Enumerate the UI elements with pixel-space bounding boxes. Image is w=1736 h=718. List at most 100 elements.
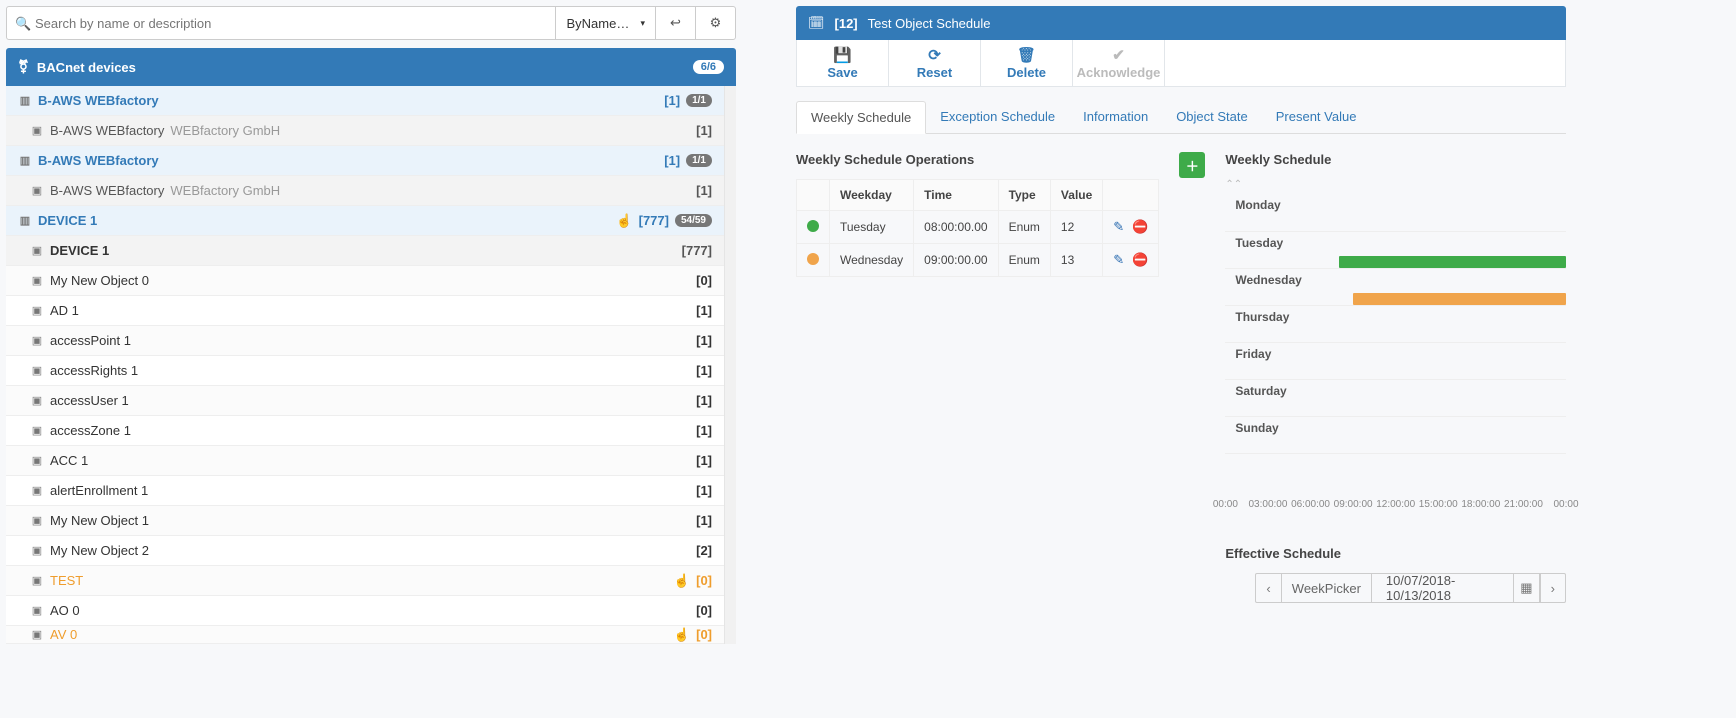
object-icon: ▣ [30, 304, 44, 318]
device-tree: ▥B-AWS WEBfactory [1]1/1▣B-AWS WEBfactor… [6, 86, 724, 644]
acknowledge-label: Acknowledge [1077, 65, 1161, 80]
save-button[interactable]: 💾 Save [797, 40, 889, 86]
delete-button[interactable]: 🗑 Delete [981, 40, 1073, 86]
axis-tick: 09:00:00 [1334, 499, 1373, 510]
object-row[interactable]: ▣ACC 1 [1] [6, 446, 724, 476]
week-next-button[interactable]: › [1540, 574, 1565, 602]
object-name: ACC 1 [50, 453, 88, 468]
device-child-row[interactable]: ▣B-AWS WEBfactoryWEBfactory GmbH [1] [6, 176, 724, 206]
schedule-bar[interactable] [1339, 256, 1566, 268]
object-name: accessUser 1 [50, 393, 129, 408]
axis-tick: 15:00:00 [1419, 499, 1458, 510]
object-row[interactable]: ▣TEST ☝[0] [6, 566, 724, 596]
scrollbar[interactable] [724, 86, 736, 644]
axis-tick: 18:00:00 [1461, 499, 1500, 510]
search-icon: 🔍 [15, 16, 31, 32]
color-dot [807, 253, 819, 265]
object-id: [2] [696, 543, 712, 558]
remove-button[interactable]: ⛔ [1132, 252, 1148, 268]
axis-tick: 03:00:00 [1248, 499, 1287, 510]
object-row[interactable]: ▣accessPoint 1 [1] [6, 326, 724, 356]
tab-information[interactable]: Information [1069, 101, 1162, 133]
op-type: Enum [998, 211, 1050, 244]
object-name: AD 1 [50, 303, 79, 318]
device-icon: ▥ [18, 154, 32, 168]
object-row[interactable]: ▣My New Object 0 [0] [6, 266, 724, 296]
sort-label: ByNameOrDescription [566, 16, 636, 31]
chevron-down-icon: ▾ [640, 18, 645, 29]
object-id: [0] [696, 273, 712, 288]
panel-title: Test Object Schedule [868, 16, 991, 31]
device-row[interactable]: ▥DEVICE 1 ☝[777]54/59 [6, 206, 724, 236]
calendar-button[interactable]: ▦ [1514, 574, 1539, 602]
remove-button[interactable]: ⛔ [1132, 219, 1148, 235]
tab-present-value[interactable]: Present Value [1262, 101, 1371, 133]
object-id: [1] [696, 453, 712, 468]
delete-label: Delete [1007, 65, 1046, 80]
device-count-badge: 54/59 [675, 214, 712, 227]
object-row[interactable]: ▣ alertEnrollment 1 [1] [6, 476, 724, 506]
panel-header: 🗓 [12] Test Object Schedule [796, 6, 1566, 40]
chart-handle-icon: ⌃⌃ [1225, 179, 1566, 190]
sort-dropdown[interactable]: ByNameOrDescription ▾ [555, 7, 655, 39]
chart-day-row: Saturday [1225, 379, 1566, 416]
object-row[interactable]: ▣AO 0 [0] [6, 596, 724, 626]
settings-button[interactable]: ⚙ [695, 7, 735, 39]
object-icon: ▣ [30, 334, 44, 348]
object-row[interactable]: ▣My New Object 2 [2] [6, 536, 724, 566]
object-row[interactable]: ▣accessUser 1 [1] [6, 386, 724, 416]
ops-col-header: Type [998, 180, 1050, 211]
object-icon: ▣ [30, 184, 44, 198]
chart-day-row: Thursday [1225, 305, 1566, 342]
object-name: B-AWS WEBfactory [50, 183, 164, 198]
object-row[interactable]: ▣accessRights 1 [1] [6, 356, 724, 386]
object-id: [1] [696, 363, 712, 378]
color-dot [807, 220, 819, 232]
object-id: [0] [696, 603, 712, 618]
object-icon: ▣ [30, 628, 44, 642]
trash-icon: 🗑 [1017, 46, 1036, 64]
reset-label: Reset [917, 65, 952, 80]
tab-weekly-schedule[interactable]: Weekly Schedule [796, 101, 926, 134]
object-id: [1] [696, 513, 712, 528]
device-row[interactable]: ▥B-AWS WEBfactory [1]1/1 [6, 86, 724, 116]
object-row[interactable]: ▣My New Object 1 [1] [6, 506, 724, 536]
object-id: [1] [696, 483, 712, 498]
weekly-schedule-chart: MondayTuesdayWednesdayThursdayFridaySatu… [1225, 194, 1566, 490]
add-operation-button[interactable]: ＋ [1179, 152, 1205, 178]
ops-col-header: Weekday [830, 180, 914, 211]
undo-button[interactable]: ↩ [655, 7, 695, 39]
edit-button[interactable]: ✎ [1113, 252, 1124, 268]
object-id: [1] [696, 423, 712, 438]
schedule-bar[interactable] [1353, 293, 1566, 305]
object-row[interactable]: ▣accessZone 1 [1] [6, 416, 724, 446]
axis-tick: 21:00:00 [1504, 499, 1543, 510]
operations-title: Weekly Schedule Operations [796, 152, 974, 167]
object-row[interactable]: ▣AD 1 [1] [6, 296, 724, 326]
device-row[interactable]: ▥B-AWS WEBfactory [1]1/1 [6, 146, 724, 176]
chart-day-row: Wednesday [1225, 268, 1566, 305]
object-name: AO 0 [50, 603, 80, 618]
tab-exception-schedule[interactable]: Exception Schedule [926, 101, 1069, 133]
object-icon: ▣ [30, 424, 44, 438]
op-weekday: Wednesday [830, 244, 914, 277]
object-icon: ▣ [30, 484, 44, 498]
search-input[interactable] [7, 7, 555, 39]
effective-schedule-title: Effective Schedule [1225, 546, 1566, 561]
device-name: B-AWS WEBfactory [38, 153, 159, 168]
week-prev-button[interactable]: ‹ [1256, 574, 1281, 602]
object-row[interactable]: ▣AV 0 ☝[0] [6, 626, 724, 644]
object-name: My New Object 1 [50, 513, 149, 528]
undo-icon: ↩ [670, 15, 681, 31]
device-child-row[interactable]: ▣DEVICE 1 [777] [6, 236, 724, 266]
device-child-row[interactable]: ▣B-AWS WEBfactoryWEBfactory GmbH [1] [6, 116, 724, 146]
acknowledge-button[interactable]: ✔ Acknowledge [1073, 40, 1165, 86]
tab-object-state[interactable]: Object State [1162, 101, 1262, 133]
object-name: alertEnrollment 1 [50, 483, 148, 498]
op-type: Enum [998, 244, 1050, 277]
operation-row: Tuesday 08:00:00.00 Enum 12 ✎⛔ [797, 211, 1159, 244]
reset-button[interactable]: ⟳ Reset [889, 40, 981, 86]
edit-button[interactable]: ✎ [1113, 219, 1124, 235]
axis-tick: 00:00 [1553, 499, 1578, 510]
device-count-badge: 1/1 [686, 94, 712, 107]
